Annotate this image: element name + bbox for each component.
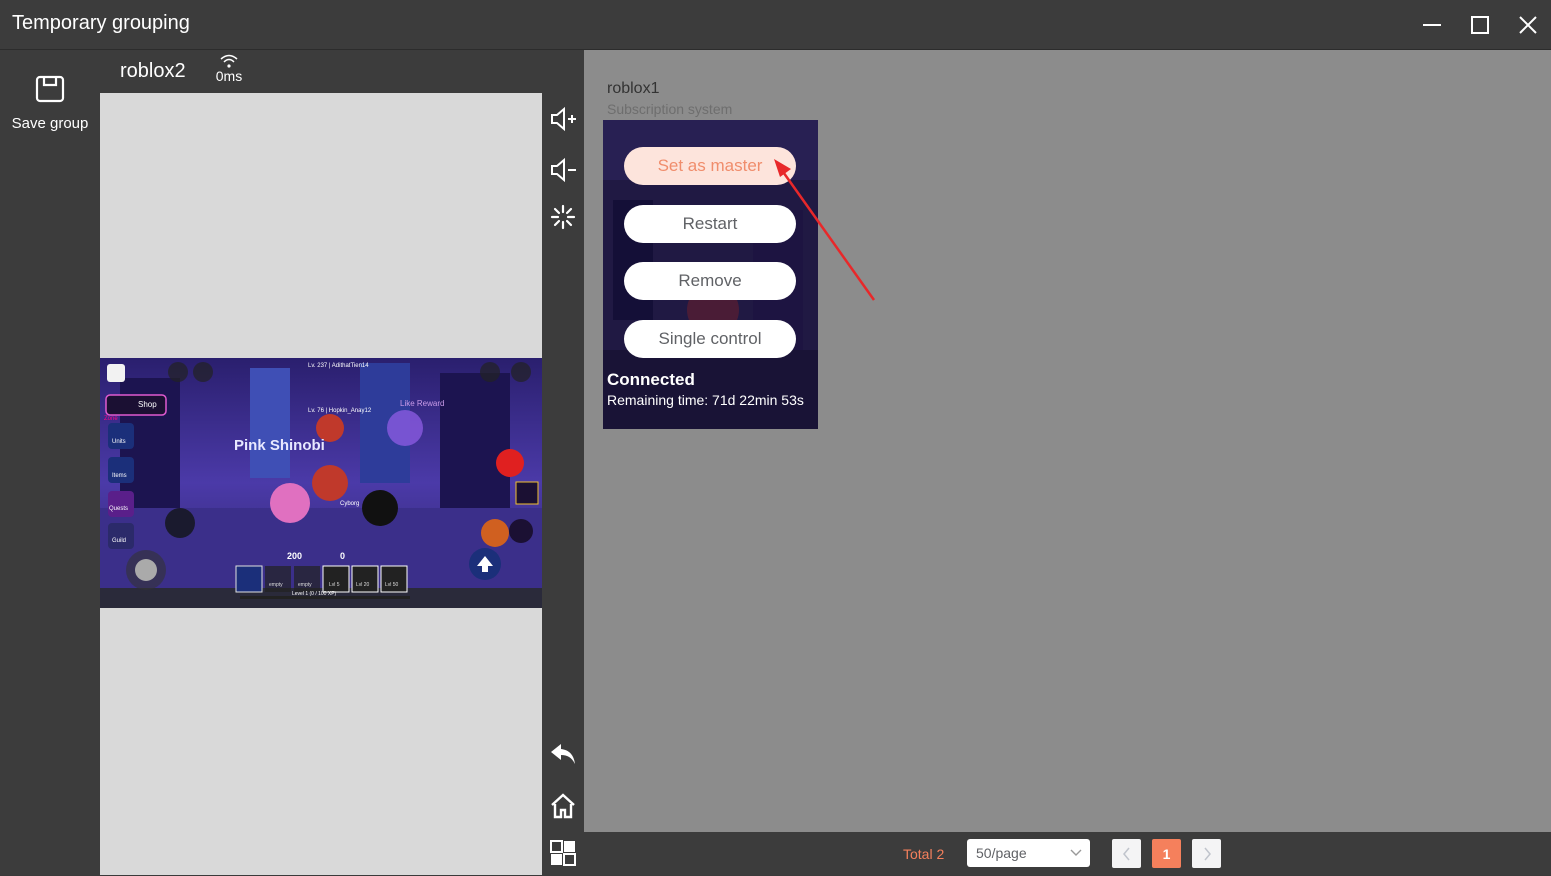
volume-down-button[interactable]	[548, 155, 578, 185]
game-slot-empty-2: empty	[298, 582, 312, 588]
device-name: roblox2	[120, 60, 186, 82]
latency-value: 0ms	[215, 68, 243, 84]
page-number-current[interactable]: 1	[1152, 839, 1181, 868]
game-like-reward: Like Reward	[400, 399, 445, 408]
home-button[interactable]	[548, 791, 578, 821]
game-shop-label: Shop	[138, 400, 157, 409]
home-icon	[551, 793, 575, 819]
back-button[interactable]	[548, 739, 578, 769]
back-icon	[551, 744, 575, 764]
multitask-button[interactable]	[548, 838, 578, 868]
device-screen[interactable]: Shop Zone Units Items Quests Guild Lv. 2…	[100, 93, 542, 875]
group-device-list: roblox1 Subscription system Set as maste…	[584, 50, 1551, 832]
minimize-icon	[1423, 24, 1441, 26]
minimize-button[interactable]	[1417, 10, 1447, 40]
prev-page-button[interactable]	[1112, 839, 1141, 868]
save-group-label: Save group	[11, 115, 89, 132]
connection-status: Connected	[607, 370, 695, 389]
game-quests-label: Quests	[109, 506, 129, 512]
total-count: Total 2	[903, 846, 945, 862]
loading-icon	[550, 204, 576, 230]
page-size-select[interactable]: 50/page	[967, 839, 1090, 867]
chevron-right-icon	[1203, 847, 1211, 860]
next-page-button[interactable]	[1192, 839, 1221, 868]
volume-up-button[interactable]	[548, 104, 578, 134]
card-title: roblox1	[607, 80, 660, 97]
game-screen[interactable]: Shop Zone Units Items Quests Guild Lv. 2…	[100, 358, 542, 608]
close-button[interactable]	[1513, 10, 1543, 40]
game-coins: 0	[340, 551, 346, 561]
game-slot-lvl50: Lvl 50	[385, 582, 399, 588]
game-player-banner: Pink Shinobi	[234, 437, 325, 454]
chevron-down-icon	[1070, 839, 1082, 876]
game-gems: 200	[287, 551, 303, 561]
save-icon	[35, 75, 65, 103]
chevron-left-icon	[1122, 847, 1130, 860]
maximize-button[interactable]	[1465, 10, 1495, 40]
single-control-button[interactable]: Single control	[624, 320, 796, 358]
remaining-time: Remaining time: 71d 22min 53s	[607, 392, 804, 408]
game-zone-label: Zone	[104, 416, 118, 422]
game-units-label: Units	[112, 439, 126, 445]
pagination-bar: Total 2 50/page 1	[584, 832, 1551, 875]
game-scene	[100, 358, 542, 608]
volume-down-icon	[551, 157, 576, 183]
wifi-icon	[220, 54, 238, 68]
game-level-bar: Level 1 (0 / 100 XP)	[292, 591, 337, 597]
page-size-value: 50/page	[976, 845, 1027, 861]
save-group-button[interactable]: Save group	[0, 74, 100, 132]
volume-up-icon	[551, 106, 576, 132]
game-top-tag: Lv. 237 | AdithatTien14	[308, 363, 369, 369]
left-sidebar: Save group	[0, 50, 100, 875]
game-slot-lvl20: Lvl 20	[356, 582, 370, 588]
game-name-tag: Lv. 76 | Hopkin_Anay12	[308, 408, 372, 414]
device-toolbar	[542, 93, 584, 875]
card-subtitle: Subscription system	[607, 101, 733, 117]
latency-indicator: 0ms	[214, 54, 244, 84]
maximize-icon	[1471, 16, 1489, 34]
game-items-label: Items	[112, 473, 127, 479]
device-header: roblox2 0ms	[100, 50, 584, 93]
game-slot-empty-1: empty	[269, 582, 283, 588]
close-icon	[1519, 16, 1537, 34]
window-title: Temporary grouping	[12, 12, 190, 34]
annotation-arrow	[774, 159, 876, 301]
multitask-icon	[550, 840, 576, 866]
game-slot-lvl5: Lvl 5	[329, 582, 340, 588]
title-bar: Temporary grouping	[0, 0, 1551, 50]
game-cyborg-tag: Cyborg	[340, 501, 360, 507]
loading-button[interactable]	[548, 202, 578, 232]
game-guild-label: Guild	[112, 538, 127, 544]
